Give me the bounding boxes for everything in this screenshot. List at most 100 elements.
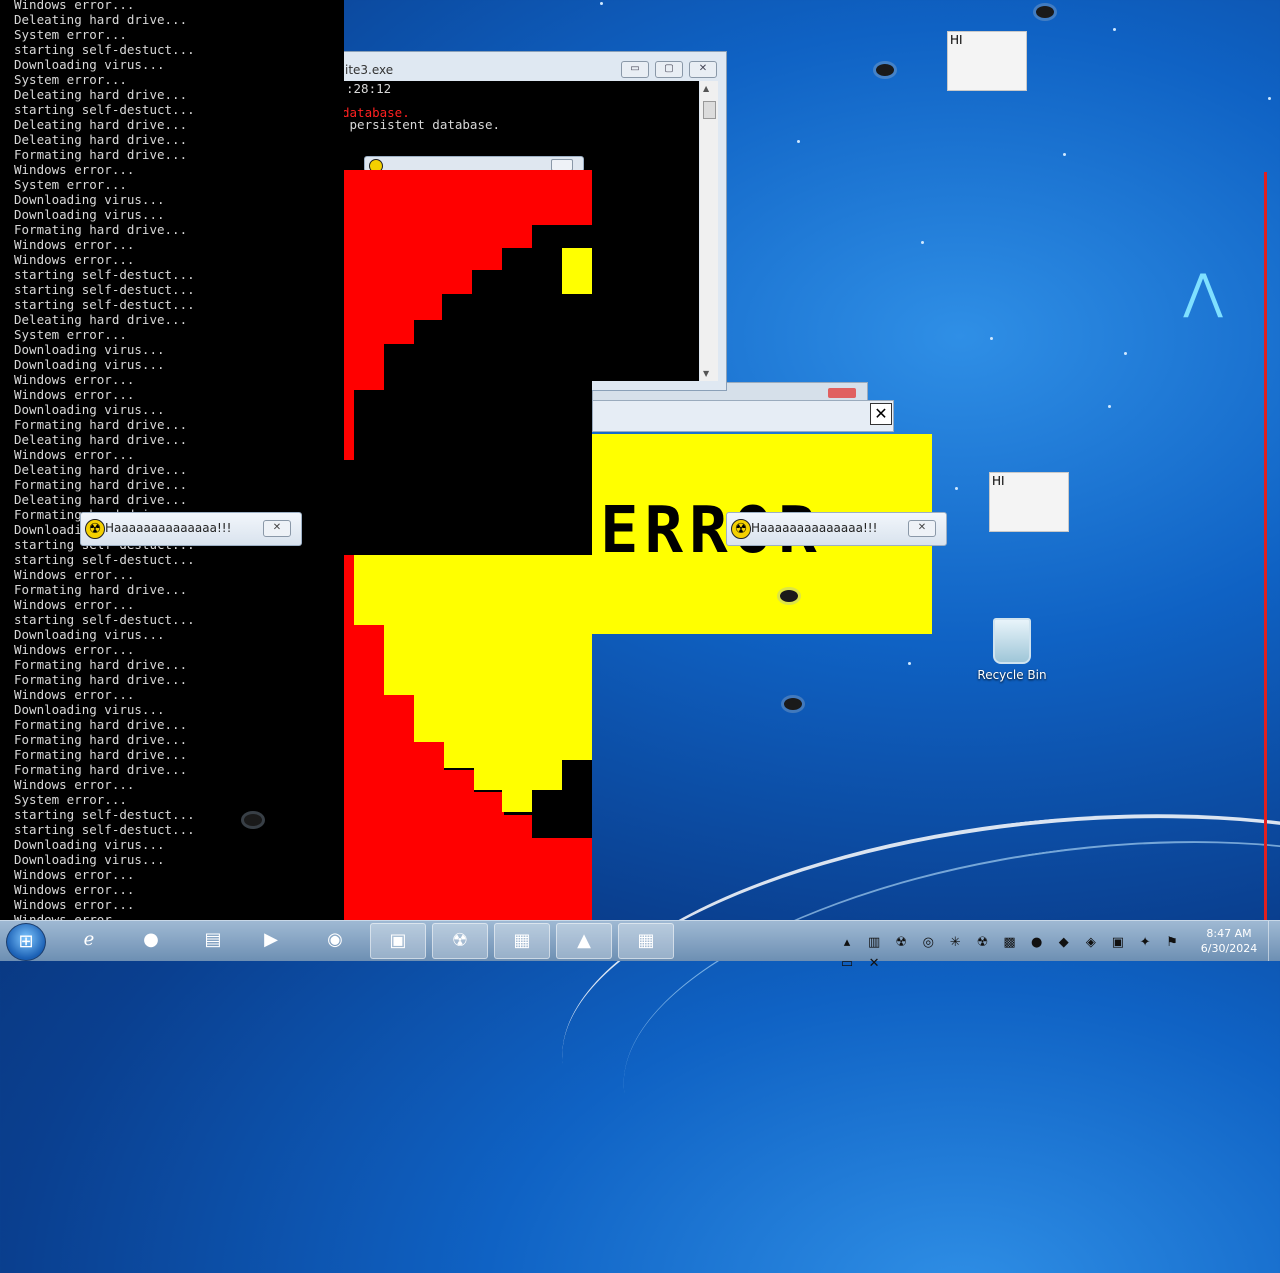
cmd-window-title: ite3.exe (345, 63, 394, 77)
tray-app-icon[interactable]: ● (1028, 934, 1046, 952)
error-dialog-titlebar (592, 400, 894, 432)
taskbar-window-1[interactable]: ▣ (370, 923, 426, 959)
console-line: Downloading virus... (14, 702, 165, 717)
console-line: Formating hard drive... (14, 582, 188, 597)
hi-box-text: HI (950, 33, 963, 47)
fly-icon (784, 698, 802, 710)
snow-star (797, 140, 800, 143)
flag-icon[interactable]: ⚑ (1163, 934, 1181, 952)
console-lines: Windows error... Deleating hard drive... S… (14, 0, 195, 920)
show-desktop-button[interactable] (1268, 921, 1280, 961)
fly-icon (1036, 6, 1054, 18)
console-line: Windows error... (14, 867, 135, 882)
app-icon[interactable]: ◉ (308, 923, 362, 957)
console-line: Windows error... (14, 162, 135, 177)
console-line: Downloading virus... (14, 357, 165, 372)
start-button[interactable]: ⊞ (6, 923, 46, 961)
snow-star (921, 241, 924, 244)
clock[interactable]: 8:47 AM 6/30/2024 (1196, 926, 1262, 956)
radiation-icon: ☢ (731, 519, 751, 539)
error-graphic (318, 170, 592, 920)
cmd-window-titlebar: ite3.exe ▭ ▢ ✕ (331, 52, 726, 82)
cmd-window-taskbar-2[interactable]: ▦ (618, 923, 674, 959)
console-line: Formating hard drive... (14, 417, 188, 432)
cmd-window-taskbar[interactable]: ▦ (494, 923, 550, 959)
console-line: Windows error... (14, 372, 135, 387)
tray-app-icon[interactable]: ✳ (946, 934, 964, 952)
popup-title: Haaaaaaaaaaaaaa!!! (751, 521, 878, 535)
error-graphic-svg (326, 225, 592, 838)
console-line: Formating hard drive... (14, 147, 188, 162)
cmd-scrollbar[interactable]: ▲ ▼ (700, 81, 718, 381)
console-line: Formating hard drive... (14, 747, 188, 762)
recycle-bin[interactable]: Recycle Bin (974, 618, 1050, 682)
hi-box[interactable]: HI (989, 472, 1069, 532)
tray-app-icon[interactable]: ✦ (1136, 934, 1154, 952)
console-line: Windows error... (14, 567, 135, 582)
media-player-icon[interactable]: ▶ (244, 923, 298, 957)
console-line: Formating hard drive... (14, 717, 188, 732)
popup-window[interactable]: ☢ Haaaaaaaaaaaaaa!!! ✕ (726, 512, 947, 546)
console-line: starting self-destuct... (14, 297, 195, 312)
console-line: Deleating hard drive... (14, 432, 188, 447)
tray-radiation-icon[interactable]: ☢ (892, 934, 910, 952)
tray-app-icon[interactable]: ◈ (1082, 934, 1100, 952)
tray-radiation-icon[interactable]: ☢ (973, 934, 991, 952)
console-line: Downloading virus... (14, 837, 165, 852)
background-dialog-close[interactable] (828, 388, 856, 398)
popup-window[interactable]: ☢ Haaaaaaaaaaaaaa!!! ✕ (80, 512, 302, 546)
console-line: Windows error... (14, 882, 135, 897)
installer-icon[interactable]: ▲ (556, 923, 612, 959)
console-line: starting self-destuct... (14, 822, 195, 837)
close-icon[interactable]: ✕ (263, 520, 291, 537)
tray-app-icon[interactable]: ◎ (919, 934, 937, 952)
snow-star (600, 2, 603, 5)
red-vertical-line (1264, 172, 1267, 920)
console-line: starting self-destuct... (14, 102, 195, 117)
console-line: System error... (14, 72, 127, 87)
cmd-line: :28:12 (346, 81, 392, 96)
console-line: System error... (14, 792, 127, 807)
console-line: Formating hard drive... (14, 222, 188, 237)
console-line: Deleating hard drive... (14, 87, 188, 102)
tray-app-icon[interactable]: ▥ (865, 934, 883, 952)
minimize-icon[interactable]: ▭ (621, 61, 649, 78)
tray-app-icon[interactable]: ◆ (1055, 934, 1073, 952)
console-line: Formating hard drive... (14, 672, 188, 687)
snow-star (908, 662, 911, 665)
snow-star (1268, 97, 1271, 100)
hi-box[interactable]: HI (947, 31, 1027, 91)
popup-title: Haaaaaaaaaaaaaa!!! (105, 521, 232, 535)
console-line: Windows error... (14, 777, 135, 792)
snow-star (1124, 352, 1127, 355)
console-line: Deleating hard drive... (14, 132, 188, 147)
close-icon[interactable]: ✕ (689, 61, 717, 78)
maximize-icon[interactable]: ▢ (655, 61, 683, 78)
console-line: Windows error... (14, 597, 135, 612)
radiation-app-icon[interactable]: ☢ (432, 923, 488, 959)
taskbar: ⊞ ℯ ● ▤ ▶ ◉ ▣ ☢ ▦ ▲ ▦ ▴ ▥ ☢ ◎ ✳ ☢ ▩ ● ◆ … (0, 920, 1280, 971)
tray-app-icon[interactable]: ▩ (1001, 934, 1019, 952)
console-line: starting self-destuct... (14, 267, 195, 282)
tray-expand-icon[interactable]: ▴ (838, 934, 856, 952)
file-explorer-icon[interactable]: ▤ (186, 923, 240, 957)
firefox-icon[interactable]: ● (124, 923, 178, 957)
volume-muted-icon[interactable]: ✕ (865, 955, 883, 973)
clock-time: 8:47 AM (1206, 927, 1252, 940)
tray-app-icon[interactable]: ▣ (1109, 934, 1127, 952)
snow-star (1063, 153, 1066, 156)
close-icon[interactable]: ✕ (908, 520, 936, 537)
snow-star (1113, 28, 1116, 31)
hi-box-text: HI (992, 474, 1005, 488)
network-icon[interactable]: ▭ (838, 955, 856, 973)
close-icon[interactable]: ✕ (870, 403, 892, 425)
console-line: Windows error... (14, 642, 135, 657)
internet-explorer-icon[interactable]: ℯ (62, 923, 116, 957)
radiation-icon: ☢ (85, 519, 105, 539)
console-line: Formating hard drive... (14, 762, 188, 777)
console-line: Downloading virus... (14, 207, 165, 222)
console-line: Deleating hard drive... (14, 492, 188, 507)
cmd-line: persistent database. (342, 117, 501, 132)
console-line: Deleating hard drive... (14, 12, 188, 27)
christmas-tree-icon: ⋀ (1183, 264, 1223, 320)
